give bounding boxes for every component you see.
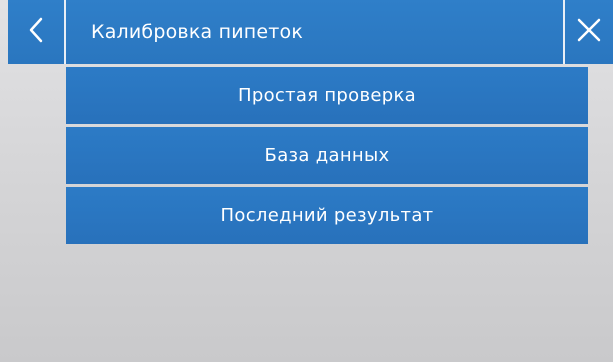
close-icon [576, 17, 602, 47]
back-button[interactable] [8, 0, 64, 64]
header-bar: Калибровка пипеток [8, 0, 613, 64]
header-divider-left [64, 0, 66, 64]
chevron-left-icon [28, 16, 44, 48]
menu-item-last-result[interactable]: Последний результат [66, 187, 588, 244]
menu-item-database[interactable]: База данных [66, 127, 588, 184]
menu-item-label: База данных [264, 145, 390, 166]
close-button[interactable] [565, 0, 613, 64]
menu-item-simple-check[interactable]: Простая проверка [66, 67, 588, 124]
screen: Калибровка пипеток Простая проверка База… [0, 0, 613, 362]
menu-item-label: Последний результат [220, 205, 434, 226]
page-title: Калибровка пипеток [91, 21, 304, 43]
menu-list: Простая проверка База данных Последний р… [66, 67, 588, 247]
menu-item-label: Простая проверка [238, 85, 416, 106]
